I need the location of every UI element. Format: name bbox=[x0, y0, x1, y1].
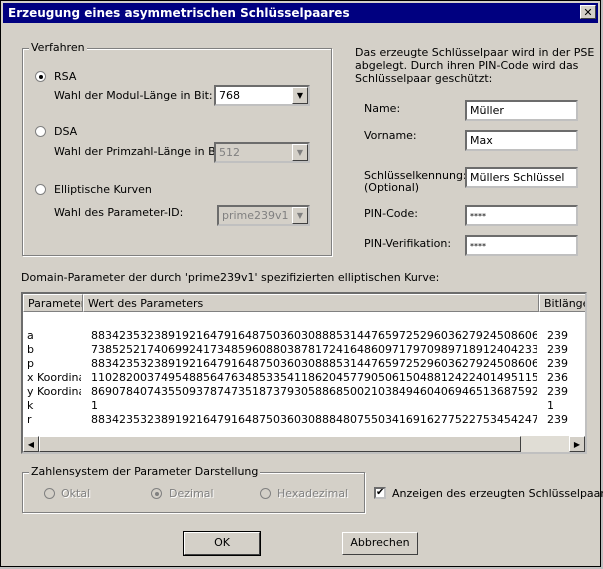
dezimal-radio[interactable] bbox=[151, 488, 162, 499]
pin-code-field[interactable]: **** bbox=[465, 205, 578, 226]
close-icon: ✕ bbox=[583, 5, 593, 19]
dezimal-label: Dezimal bbox=[169, 487, 214, 500]
pin-verifikation-label: PIN-Verifikation: bbox=[364, 237, 452, 250]
dsa-label: DSA bbox=[54, 125, 78, 138]
verfahren-legend: Verfahren bbox=[29, 41, 87, 54]
parameter-cell: r bbox=[27, 413, 32, 426]
rsa-modul-value: 768 bbox=[219, 89, 240, 102]
vorname-field[interactable]: Max bbox=[465, 130, 578, 151]
cancel-button[interactable]: Abbrechen bbox=[342, 532, 418, 555]
pin-code-label: PIN-Code: bbox=[364, 207, 418, 220]
wert-cell: 8834235323891921647916487503603088853144… bbox=[91, 329, 537, 342]
wert-cell: 8834235323891921647916487503603088853144… bbox=[91, 357, 537, 370]
zahlensystem-legend: Zahlensystem der Parameter Darstellung bbox=[29, 465, 261, 478]
wert-cell: 8834235323891921647916487503603088848075… bbox=[91, 413, 537, 426]
ec-parameter-select[interactable]: prime239v1 ▼ bbox=[217, 205, 310, 226]
table-row[interactable]: r 883423532389192164791648750360308884807… bbox=[23, 413, 585, 427]
domain-parameter-caption: Domain-Parameter der durch 'prime239v1' … bbox=[21, 271, 440, 284]
parameter-cell: p bbox=[27, 357, 34, 370]
name-field[interactable]: Müller bbox=[465, 100, 578, 121]
bitlaenge-cell: 239 bbox=[547, 343, 568, 356]
parameter-cell: x Koordina... bbox=[27, 371, 81, 384]
chevron-down-icon[interactable]: ▼ bbox=[292, 87, 308, 104]
bitlaenge-cell: 239 bbox=[547, 357, 568, 370]
dsa-radio[interactable] bbox=[35, 126, 46, 137]
info-text-line-2: abgelegt. Durch ihren PIN-Code wird das bbox=[355, 59, 579, 72]
info-text-line-3: Schlüsselpaar geschützt: bbox=[355, 72, 493, 85]
column-header-bitlaenge[interactable]: Bitlänge bbox=[539, 294, 585, 312]
bitlaenge-cell: 239 bbox=[547, 329, 568, 342]
wert-cell: 7385252174069924173485960880387817241648… bbox=[91, 343, 537, 356]
window-title: Erzeugung eines asymmetrischen Schlüssel… bbox=[8, 6, 350, 20]
close-button[interactable]: ✕ bbox=[580, 5, 596, 19]
parameter-cell: k bbox=[27, 399, 34, 412]
rsa-radio[interactable] bbox=[35, 71, 46, 82]
chevron-down-icon[interactable]: ▼ bbox=[292, 207, 308, 224]
wert-cell: 1102820037495488564763485335411862045779… bbox=[91, 371, 537, 384]
checkmark-icon: ✔ bbox=[376, 487, 385, 498]
bitlaenge-cell: 236 bbox=[547, 371, 568, 384]
table-row[interactable]: x Koordina... 110282003749548856476348533… bbox=[23, 371, 585, 385]
arrow-left-icon: ◀ bbox=[27, 439, 35, 449]
wert-cell: 8690784074355093787473518737930588685002… bbox=[91, 385, 537, 398]
parameter-cell: a bbox=[27, 329, 34, 342]
rsa-label: RSA bbox=[54, 70, 77, 83]
table-row[interactable]: a 883423532389192164791648750360308885314… bbox=[23, 329, 585, 343]
hexadezimal-radio[interactable] bbox=[260, 488, 271, 499]
ok-button[interactable]: OK bbox=[183, 531, 261, 556]
parameter-cell: b bbox=[27, 343, 34, 356]
dsa-primzahl-value: 512 bbox=[219, 146, 240, 159]
bitlaenge-cell: 239 bbox=[547, 385, 568, 398]
name-label: Name: bbox=[364, 102, 401, 115]
scroll-left-button[interactable]: ◀ bbox=[23, 436, 39, 452]
pin-verifikation-field[interactable]: **** bbox=[465, 235, 578, 256]
schluesselkennung-field[interactable]: Müllers Schlüssel bbox=[465, 167, 578, 188]
parameter-cell: y Koordina... bbox=[27, 385, 81, 398]
ec-label: Elliptische Kurven bbox=[54, 183, 152, 196]
scroll-thumb[interactable] bbox=[39, 436, 521, 452]
column-header-wert[interactable]: Wert des Parameters bbox=[83, 294, 539, 312]
horizontal-scrollbar[interactable]: ◀ ▶ bbox=[23, 436, 585, 452]
ec-parameter-value: prime239v1 bbox=[222, 209, 289, 222]
scroll-right-button[interactable]: ▶ bbox=[569, 436, 585, 452]
bitlaenge-cell: 239 bbox=[547, 413, 568, 426]
hexadezimal-label: Hexadezimal bbox=[277, 487, 349, 500]
oktal-radio[interactable] bbox=[44, 488, 55, 499]
ec-radio[interactable] bbox=[35, 184, 46, 195]
ec-parameter-label: Wahl des Parameter-ID: bbox=[54, 206, 184, 219]
vorname-label: Vorname: bbox=[364, 129, 417, 142]
show-keypair-label: Anzeigen des erzeugten Schlüsselpaars bbox=[392, 487, 603, 500]
dialog-window: Erzeugung eines asymmetrischen Schlüssel… bbox=[0, 0, 603, 567]
dsa-primzahl-label: Wahl der Primzahl-Länge in Bit: bbox=[54, 145, 227, 158]
wert-cell: 1 bbox=[91, 399, 98, 412]
arrow-right-icon: ▶ bbox=[573, 439, 581, 449]
rsa-modul-select[interactable]: 768 ▼ bbox=[214, 85, 310, 106]
oktal-label: Oktal bbox=[61, 487, 91, 500]
optional-label: (Optional) bbox=[364, 181, 420, 194]
table-row[interactable]: y Koordina... 869078407435509378747351873… bbox=[23, 385, 585, 399]
show-keypair-checkbox[interactable]: ✔ bbox=[374, 487, 386, 499]
info-text-line-1: Das erzeugte Schlüsselpaar wird in der P… bbox=[355, 46, 595, 59]
table-row[interactable]: p 883423532389192164791648750360308885314… bbox=[23, 357, 585, 371]
chevron-down-icon[interactable]: ▼ bbox=[292, 144, 308, 161]
bitlaenge-cell: 1 bbox=[547, 399, 554, 412]
table-row[interactable]: b 738525217406992417348596088038781724164… bbox=[23, 343, 585, 357]
domain-parameter-table[interactable]: Parameter Wert des Parameters Bitlänge a… bbox=[21, 292, 587, 454]
rsa-modul-label: Wahl der Modul-Länge in Bit: bbox=[54, 89, 213, 102]
title-bar[interactable]: Erzeugung eines asymmetrischen Schlüssel… bbox=[3, 3, 598, 23]
dsa-primzahl-select[interactable]: 512 ▼ bbox=[214, 142, 310, 163]
table-row[interactable]: k 1 1 bbox=[23, 399, 585, 413]
column-header-parameter[interactable]: Parameter bbox=[23, 294, 83, 312]
